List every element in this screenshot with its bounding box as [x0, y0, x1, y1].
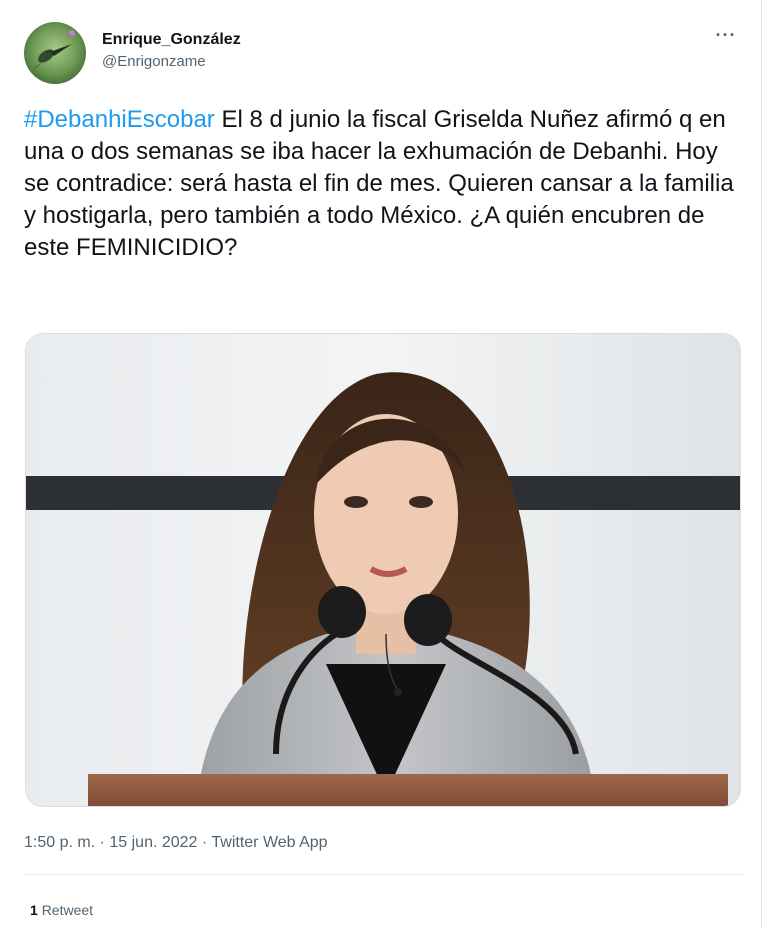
- tweet-timestamp[interactable]: 1:50 p. m. · 15 jun. 2022 · Twitter Web …: [24, 832, 328, 854]
- retweet-stats[interactable]: 1 Retweet: [30, 900, 93, 920]
- tweet-photo[interactable]: [25, 333, 741, 807]
- divider: [24, 874, 744, 875]
- avatar[interactable]: [24, 22, 86, 84]
- tweet-header: Enrique_González @Enrigonzame ···: [24, 22, 744, 86]
- retweet-count: 1: [30, 902, 38, 918]
- more-options-icon[interactable]: ···: [712, 26, 740, 48]
- retweet-label: Retweet: [41, 902, 94, 918]
- hashtag-link[interactable]: #DebanhiEscobar: [24, 106, 215, 133]
- author-block: Enrique_González @Enrigonzame: [102, 30, 241, 72]
- tweet-text: #DebanhiEscobar El 8 d junio la fiscal G…: [24, 104, 744, 264]
- woman-at-podium-photo: [26, 334, 740, 806]
- tweet-card: Enrique_González @Enrigonzame ··· #Deban…: [0, 0, 768, 928]
- user-handle[interactable]: @Enrigonzame: [102, 52, 241, 72]
- card-border: [761, 0, 762, 928]
- display-name[interactable]: Enrique_González: [102, 30, 241, 50]
- hummingbird-icon: [24, 22, 86, 84]
